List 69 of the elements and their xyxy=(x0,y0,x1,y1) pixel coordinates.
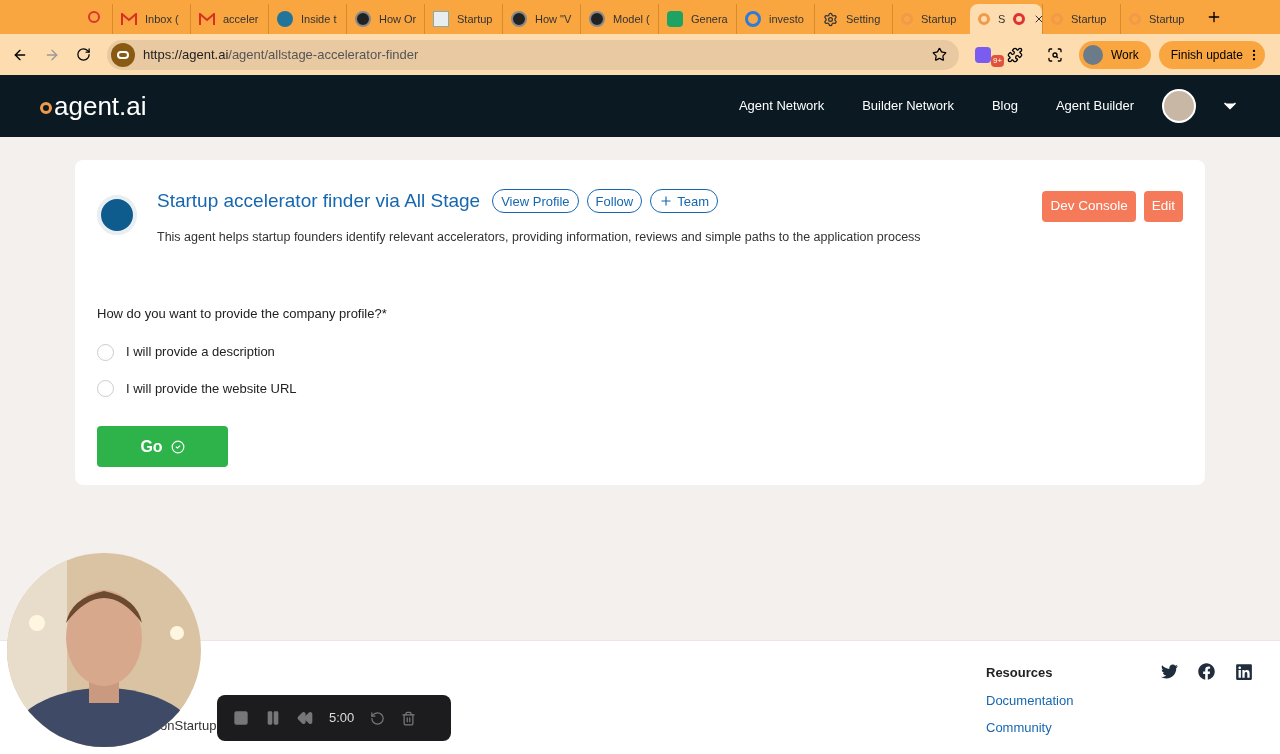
site-logo[interactable]: agent.ai xyxy=(54,86,147,126)
bookmark-star-icon[interactable] xyxy=(932,47,947,62)
globe-icon xyxy=(97,195,137,235)
rewind-icon[interactable] xyxy=(297,710,313,726)
tab-title: Startup xyxy=(1149,11,1185,27)
tab-title: Genera xyxy=(691,11,728,27)
url-text: https://agent.ai/agent/allstage-accelerator-finder xyxy=(143,45,420,64)
tab-title: Inbox ( xyxy=(145,11,179,27)
nav-link[interactable]: Builder Network xyxy=(862,96,954,116)
tab-title: S xyxy=(998,11,1006,27)
mail-icon xyxy=(121,13,137,25)
linkedin-icon[interactable] xyxy=(1235,663,1254,681)
nav-link[interactable]: Agent Network xyxy=(738,96,825,116)
tab-title: Model ( xyxy=(613,11,650,27)
tab-title: investo xyxy=(769,11,804,27)
close-icon[interactable] xyxy=(1033,13,1042,25)
address-bar[interactable]: https://agent.ai/agent/allstage-accelerator-finder xyxy=(107,39,959,70)
tab-title: Startup xyxy=(457,11,493,27)
settings-icon xyxy=(823,11,838,27)
site-icon xyxy=(355,11,371,27)
new-tab-icon[interactable] xyxy=(1206,9,1222,25)
recording-icon xyxy=(88,11,100,23)
radio-label: I will provide the website URL xyxy=(126,379,297,398)
site-icon xyxy=(511,11,527,27)
mail-icon xyxy=(199,13,215,25)
search-tab-icon[interactable] xyxy=(1047,46,1063,63)
plus-icon xyxy=(659,194,674,209)
footer-link[interactable]: Documentation xyxy=(986,690,1074,710)
pause-icon[interactable] xyxy=(265,710,281,726)
nav-link[interactable]: Agent Builder xyxy=(1055,96,1134,116)
tab-title: acceler xyxy=(223,11,259,27)
wordpress-icon xyxy=(277,11,293,27)
avatar-icon xyxy=(1083,44,1103,65)
notification-badge: 9+ xyxy=(991,54,1005,67)
nav-link[interactable]: Blog xyxy=(991,96,1018,116)
avatar[interactable] xyxy=(1162,89,1196,123)
footer-link[interactable]: Community xyxy=(986,718,1074,738)
tab-title: Startup xyxy=(921,11,957,27)
agent-logo-icon xyxy=(978,13,990,25)
site-icon xyxy=(589,11,605,27)
tab-title: Startup xyxy=(1071,11,1107,27)
tab-title: Setting xyxy=(846,11,881,27)
update-button[interactable]: Finish update xyxy=(1158,40,1265,69)
trash-icon[interactable] xyxy=(401,710,417,726)
browser-tab[interactable]: S xyxy=(970,4,1042,34)
tab-title: How "V xyxy=(535,11,572,27)
ring-icon xyxy=(745,11,761,27)
radio-label: I will provide a description xyxy=(126,343,275,362)
agent-title: Startup accelerator finder via All Stage xyxy=(157,189,481,213)
profile-button[interactable]: Work xyxy=(1079,40,1151,69)
extension-icon[interactable] xyxy=(975,46,991,63)
extensions-icon[interactable] xyxy=(1007,46,1023,63)
agent-description: This agent helps startup founders identify relevant accelerators, providing information, reviews and simple paths to the application process xyxy=(157,228,922,246)
check-icon xyxy=(170,439,185,454)
agent-logo-icon xyxy=(40,102,52,114)
timer: 5:00 xyxy=(329,709,355,728)
question-label: How do you want to provide the company profile?* xyxy=(97,306,387,322)
sheets-icon xyxy=(667,11,683,27)
twitter-icon[interactable] xyxy=(1161,663,1179,680)
stop-icon[interactable] xyxy=(233,710,249,726)
site-icon xyxy=(433,11,449,27)
tab-title: Inside t xyxy=(301,11,337,27)
tab-title: How Or xyxy=(379,11,417,27)
facebook-icon[interactable] xyxy=(1198,663,1216,680)
camera-icon xyxy=(111,42,135,67)
restart-icon[interactable] xyxy=(370,710,386,726)
reload-icon[interactable] xyxy=(76,47,91,62)
footer-heading: Resources xyxy=(986,664,1054,682)
recording-icon xyxy=(1013,13,1026,25)
